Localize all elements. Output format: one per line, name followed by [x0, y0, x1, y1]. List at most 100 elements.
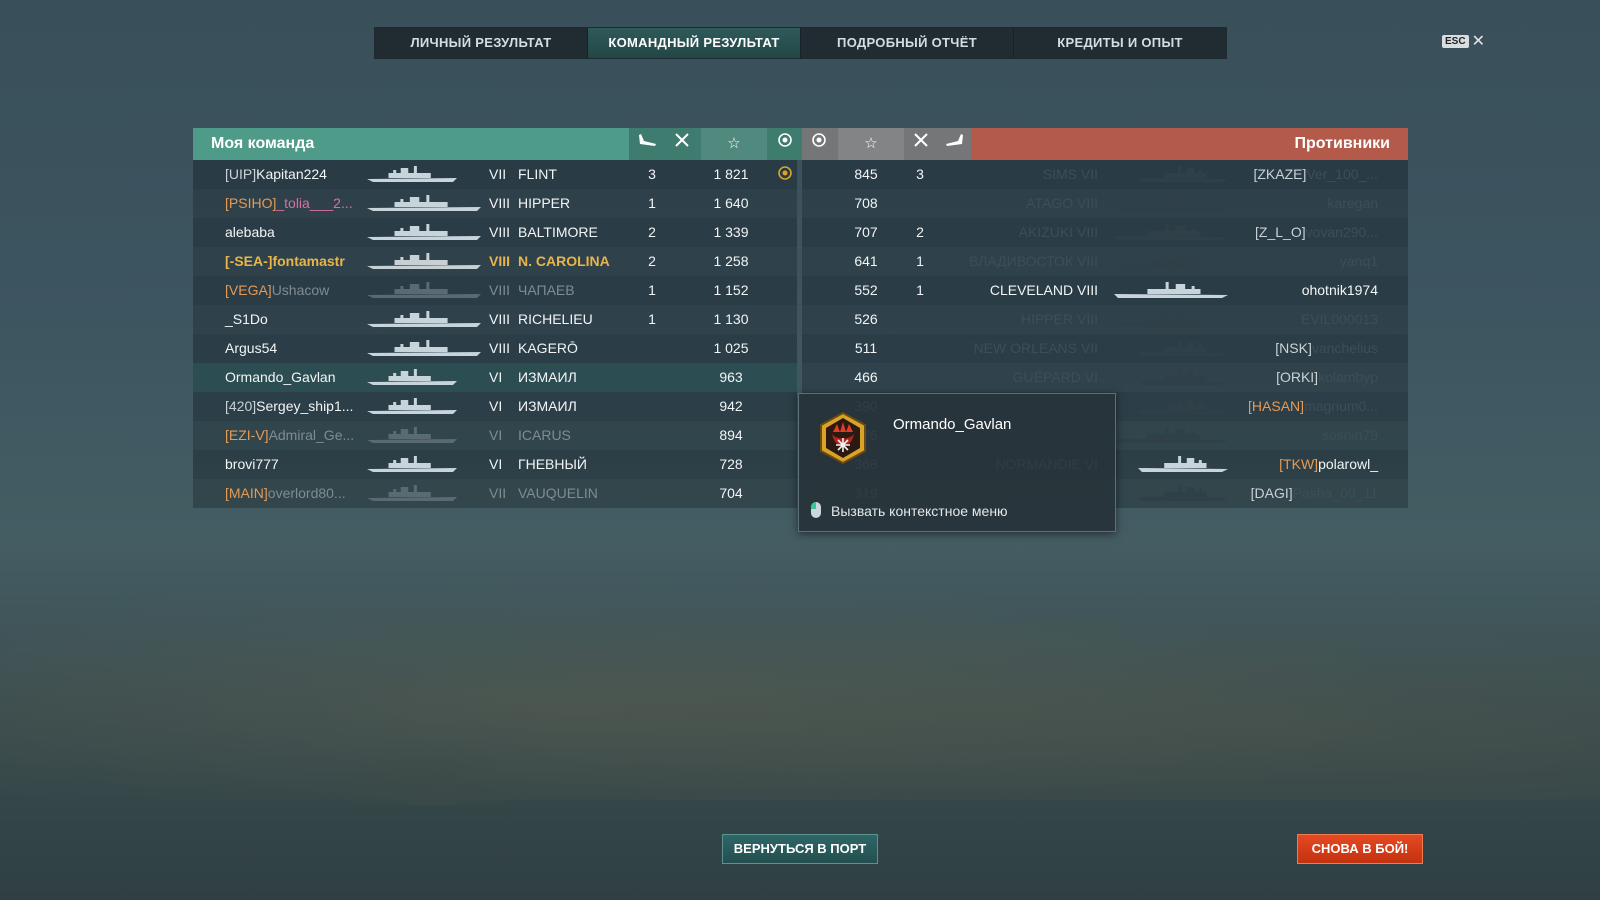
- ship-silhouette-icon: [1136, 367, 1230, 387]
- tooltip-context-menu-hint: Вызвать контекстное меню: [831, 503, 1008, 519]
- ship-name: NEW ORLEANS: [973, 340, 1077, 356]
- background-island: [330, 735, 530, 805]
- ship-tier: VII: [489, 166, 507, 182]
- player-name: yanq1: [1340, 253, 1378, 269]
- enemy-team-row[interactable]: 511 NEW ORLEANS VII [NSK]vanchelius: [802, 334, 1408, 363]
- ship-silhouette-icon: [365, 367, 459, 387]
- player-nick: overlord80...: [267, 485, 346, 501]
- commander-badge-icon: [815, 410, 871, 466]
- clan-tag: [UIP]: [225, 166, 257, 182]
- ship-tier: VIII: [1076, 253, 1098, 269]
- frag-icon: [904, 128, 938, 160]
- tab-credits-exp[interactable]: КРЕДИТЫ И ОПЫТ: [1014, 28, 1226, 58]
- return-to-port-button[interactable]: ВЕРНУТЬСЯ В ПОРТ: [722, 834, 878, 864]
- close-icon: ✕: [1471, 33, 1485, 50]
- my-team-row[interactable]: [PSIHO]_tolia___2... VIII HIPPER 1 1 640: [193, 189, 797, 218]
- player-name: alebaba: [225, 224, 275, 240]
- my-team-row[interactable]: [MAIN]overlord80... VII VAUQUELIN 704: [193, 479, 797, 508]
- clan-tag: [VEGA]: [225, 282, 272, 298]
- enemy-team-row[interactable]: 641 1 ВЛАДИВОСТОК VIII yanq1: [802, 247, 1408, 276]
- enemy-team-row[interactable]: 707 2 AKIZUKI VIII [Z_L_O]vovan290...: [802, 218, 1408, 247]
- ship-name: GUÉPARD: [1012, 369, 1081, 385]
- ship-name: ATAGO: [1026, 195, 1074, 211]
- player-name: sosnin79: [1322, 427, 1378, 443]
- close-button[interactable]: ESC ✕: [1442, 31, 1485, 51]
- player-name: [VEGA]Ushacow: [225, 282, 329, 298]
- enemy-team-title: Противники: [1294, 135, 1391, 152]
- ship-silhouette-icon: [365, 396, 459, 416]
- ship-silhouette-icon: [365, 251, 483, 271]
- base-exp: 466: [854, 369, 878, 385]
- player-name: Argus54: [225, 340, 277, 356]
- ship-silhouette-icon: [365, 454, 459, 474]
- player-name: EVIL000013: [1301, 311, 1378, 327]
- enemy-team-row[interactable]: 845 3 SIMS VII [ZKAZE]Ver_100_...: [802, 160, 1408, 189]
- enemy-team-row[interactable]: 526 HIPPER VIII EVIL000013: [802, 305, 1408, 334]
- base-exp: 1 025: [713, 340, 749, 356]
- ship-silhouette-icon: [1112, 251, 1230, 271]
- my-team-title: Моя команда: [211, 135, 315, 152]
- my-team-column-headers: ☆: [629, 128, 804, 160]
- my-team-row[interactable]: brovi777 VI ГНЕВНЫЙ 728: [193, 450, 797, 479]
- ship-silhouette-icon: [365, 222, 483, 242]
- my-team-row[interactable]: [-SEA-]fontamastr VIII N. CAROLINA 2 1 258: [193, 247, 797, 276]
- emblem-icon: [777, 165, 793, 184]
- my-team-row[interactable]: [VEGA]Ushacow VIII ЧАПАЕВ 1 1 152: [193, 276, 797, 305]
- plane-kill-icon: [937, 128, 971, 160]
- ship-tier: VII: [1080, 166, 1098, 182]
- player-nick: alebaba: [225, 224, 275, 240]
- my-team-row[interactable]: [420]Sergey_ship1... VI ИЗМАИЛ 942: [193, 392, 797, 421]
- my-team-row[interactable]: Argus54 VIII KAGERŌ 1 025: [193, 334, 797, 363]
- ship-silhouette-icon: [1136, 483, 1230, 503]
- clan-tag: [-SEA-]: [225, 253, 273, 269]
- enemy-team-row[interactable]: 466 GUÉPARD VI [ORKI]kolambyp: [802, 363, 1408, 392]
- my-team-row[interactable]: [UIP]Kapitan224 VII FLINT 3 1 821: [193, 160, 797, 189]
- ship-name: ICARUS: [518, 427, 571, 443]
- base-exp: 641: [854, 253, 878, 269]
- enemy-team-header: Противники: [971, 128, 1408, 160]
- my-team-row[interactable]: _S1Do VIII RICHELIEU 1 1 130: [193, 305, 797, 334]
- ship-tier: VIII: [1076, 195, 1098, 211]
- player-nick: fontamastr: [272, 253, 345, 269]
- player-nick: polarowl_: [1318, 456, 1378, 472]
- ship-silhouette-icon: [365, 280, 483, 300]
- my-team-row[interactable]: [EZI-V]Admiral_Ge... VI ICARUS 894: [193, 421, 797, 450]
- tab-team-result[interactable]: КОМАНДНЫЙ РЕЗУЛЬТАТ: [588, 28, 801, 58]
- ship-tier: VIII: [1076, 224, 1098, 240]
- base-exp: 1 258: [713, 253, 749, 269]
- clan-tag: [HASAN]: [1248, 398, 1305, 414]
- tab-detailed-report[interactable]: ПОДРОБНЫЙ ОТЧЁТ: [801, 28, 1014, 58]
- player-name: [ORKI]kolambyp: [1276, 369, 1378, 385]
- ship-name: ИЗМАИЛ: [518, 398, 577, 414]
- my-team-row[interactable]: Ormando_Gavlan VI ИЗМАИЛ 963: [193, 363, 797, 392]
- base-exp: 894: [719, 427, 743, 443]
- player-name: _S1Do: [225, 311, 268, 327]
- enemy-team-row[interactable]: 552 1 CLEVELAND VIII ohotnik1974: [802, 276, 1408, 305]
- ship-name: BALTIMORE: [518, 224, 598, 240]
- emblem-icon: [802, 128, 836, 160]
- tab-personal-result[interactable]: ЛИЧНЫЙ РЕЗУЛЬТАТ: [375, 28, 588, 58]
- ship-name: HIPPER: [1020, 311, 1074, 327]
- player-tooltip: Ormando_Gavlan Вызвать контекстное меню: [798, 393, 1116, 532]
- player-nick: yanq1: [1339, 253, 1378, 269]
- my-team-row[interactable]: alebaba VIII BALTIMORE 2 1 339: [193, 218, 797, 247]
- enemy-ship-label: NEW ORLEANS VII: [974, 340, 1098, 356]
- ship-name: ГНЕВНЫЙ: [518, 456, 587, 472]
- ship-name: N. CAROLINA: [518, 253, 610, 269]
- ship-silhouette-icon: [1136, 164, 1230, 184]
- star-icon: ☆: [701, 128, 767, 160]
- player-name: [MAIN]overlord80...: [225, 485, 346, 501]
- enemy-team-row[interactable]: 708 ATAGO VIII karegan: [802, 189, 1408, 218]
- battle-again-button[interactable]: СНОВА В БОЙ!: [1297, 834, 1423, 864]
- enemy-ship-label: SIMS VII: [1043, 166, 1098, 182]
- ship-silhouette-icon: [365, 338, 483, 358]
- clan-tag: [MAIN]: [225, 485, 268, 501]
- player-name: [PSIHO]_tolia___2...: [225, 195, 353, 211]
- ship-tier: VI: [489, 398, 503, 414]
- planes-destroyed: 2: [648, 224, 656, 240]
- ship-name: ИЗМАИЛ: [518, 369, 577, 385]
- player-nick: karegan: [1327, 195, 1378, 211]
- player-nick: kolambyp: [1318, 369, 1378, 385]
- ship-name: HIPPER: [518, 195, 571, 211]
- ship-tier: VIII: [489, 311, 511, 327]
